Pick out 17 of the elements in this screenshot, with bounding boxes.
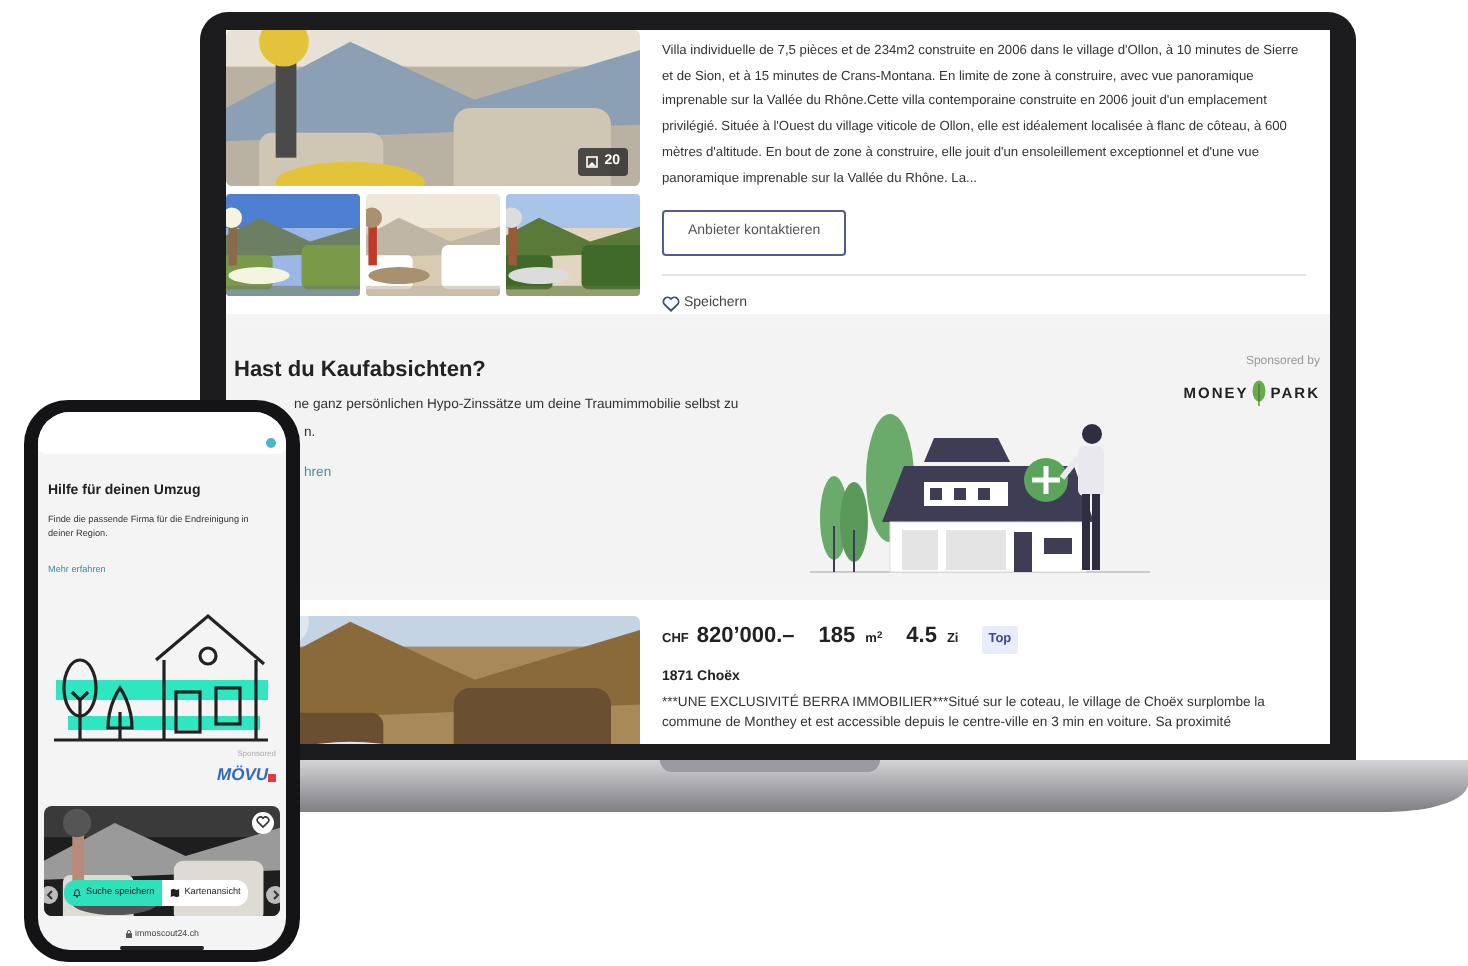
chevron-left-icon <box>45 889 53 900</box>
bell-icon <box>72 887 82 898</box>
sponsor-logo: MÖVU <box>217 762 268 788</box>
home-indicator <box>120 946 204 950</box>
room-count: 4.5 <box>906 622 937 652</box>
heart-icon <box>662 295 680 312</box>
logo-mark <box>268 774 276 783</box>
image-icon <box>586 155 599 168</box>
leaf-icon <box>1252 380 1267 406</box>
logo-icon <box>266 437 276 448</box>
heart-icon <box>256 816 270 829</box>
ad-title: Hast du Kaufabsichten? <box>234 356 488 386</box>
living-area: 185 <box>818 620 856 653</box>
chevron-right-icon <box>271 889 279 900</box>
map-icon <box>170 887 181 898</box>
price: 820’000.– <box>696 622 795 652</box>
lock-icon <box>125 929 132 938</box>
